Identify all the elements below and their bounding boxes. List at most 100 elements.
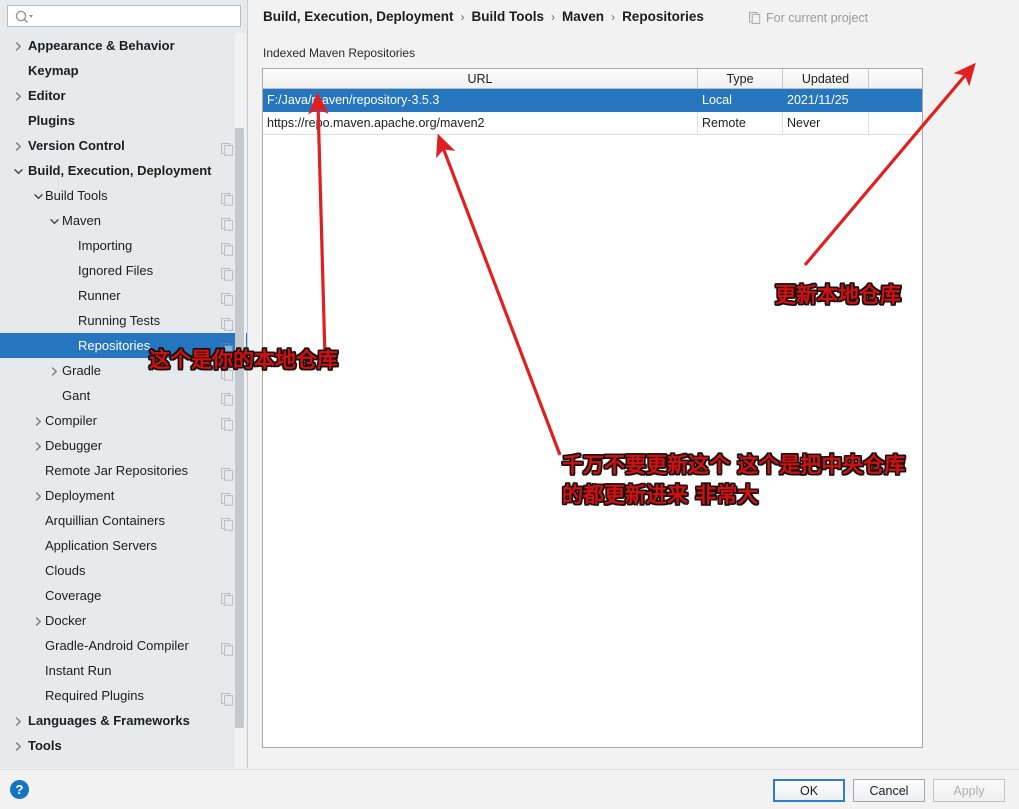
column-header[interactable]: Type [697,69,783,89]
copy-settings-icon[interactable] [221,214,234,231]
chevron-right-icon[interactable] [30,433,46,458]
sidebar-item-appearance-behavior[interactable]: Appearance & Behavior [0,33,247,58]
sidebar-item-gant[interactable]: Gant [0,383,247,408]
sidebar-item-version-control[interactable]: Version Control [0,133,247,158]
sidebar-item-label: Debugger [45,438,103,453]
chevron-right-icon[interactable] [10,133,26,158]
sidebar-item-label: Runner [78,288,121,303]
dialog-footer: ? OK Cancel Apply [0,769,1019,809]
sidebar-item-compiler[interactable]: Compiler [0,408,247,433]
chevron-down-icon[interactable] [46,208,62,233]
cancel-button[interactable]: Cancel [853,779,925,802]
sidebar-item-tools[interactable]: Tools [0,733,247,758]
copy-settings-icon[interactable] [221,514,234,531]
sidebar-item-docker[interactable]: Docker [0,608,247,633]
sidebar-item-label: Tools [28,738,62,753]
sidebar-item-required-plugins[interactable]: Required Plugins [0,683,247,708]
sidebar-item-label: Arquillian Containers [45,513,165,528]
copy-settings-icon[interactable] [221,139,234,156]
sidebar-scrollbar[interactable] [235,33,246,768]
chevron-right-icon[interactable] [30,608,46,633]
sidebar-item-deployment[interactable]: Deployment [0,483,247,508]
sidebar-item-build-tools[interactable]: Build Tools [0,183,247,208]
copy-settings-icon[interactable] [221,389,234,406]
copy-settings-icon[interactable] [221,264,234,281]
chevron-right-icon[interactable] [46,358,62,383]
settings-tree[interactable]: Appearance & Behavior Keymap Editor Plugins… [0,33,247,768]
sidebar-item-running-tests[interactable]: Running Tests [0,308,247,333]
table-body[interactable]: F:/Java/maven/repository-3.5.3 Local 2021/… [263,88,922,135]
table-row[interactable]: F:/Java/maven/repository-3.5.3 Local 2021/… [263,88,922,112]
search-field[interactable] [7,5,241,27]
repositories-table[interactable]: URL Type Updated F:/Java/maven/repository-… [263,69,922,135]
sidebar-item-label: Plugins [28,113,75,128]
table-row[interactable]: https://repo.maven.apache.org/maven2 Remo… [263,111,922,135]
cell-updated: Never [782,111,869,135]
chevron-right-icon[interactable] [10,83,26,108]
chevron-right-icon[interactable] [30,483,46,508]
sidebar-item-label: Instant Run [45,663,112,678]
column-header[interactable] [868,69,922,89]
sidebar-item-keymap[interactable]: Keymap [0,58,247,83]
cell-type: Local [697,88,783,112]
copy-settings-icon[interactable] [221,589,234,606]
scope-indicator: For current project [749,11,868,27]
sidebar-item-application-servers[interactable]: Application Servers [0,533,247,558]
sidebar-item-label: Coverage [45,588,102,603]
sidebar-item-build-execution-deployment[interactable]: Build, Execution, Deployment [0,158,247,183]
copy-settings-icon[interactable] [221,189,234,206]
sidebar-item-gradle-android-compiler[interactable]: Gradle-Android Compiler [0,633,247,658]
copy-settings-icon[interactable] [221,639,234,656]
column-header[interactable]: URL [263,69,698,89]
sidebar-item-editor[interactable]: Editor [0,83,247,108]
sidebar-item-label: Deployment [45,488,115,503]
copy-settings-icon[interactable] [221,489,234,506]
chevron-down-icon[interactable] [10,158,26,183]
copy-settings-icon[interactable] [221,239,234,256]
sidebar-item-label: Running Tests [78,313,161,328]
sidebar-scrollbar-thumb[interactable] [235,128,244,728]
breadcrumb-segment: Maven [562,9,605,24]
column-header[interactable]: Updated [782,69,869,89]
sidebar-item-runner[interactable]: Runner [0,283,247,308]
sidebar-item-arquillian-containers[interactable]: Arquillian Containers [0,508,247,533]
sidebar-item-maven[interactable]: Maven [0,208,247,233]
cell-extra [868,111,922,135]
search-input[interactable] [38,7,238,27]
sidebar-item-plugins[interactable]: Plugins [0,108,247,133]
sidebar-item-label: Version Control [28,138,125,153]
help-button[interactable]: ? [10,780,29,799]
chevron-right-icon[interactable] [30,408,46,433]
copy-settings-icon[interactable] [221,464,234,481]
breadcrumb-separator: › [551,10,556,24]
copy-settings-icon[interactable] [221,314,234,331]
apply-button[interactable]: Apply [933,779,1005,802]
sidebar-item-label: Docker [45,613,87,628]
copy-icon [749,12,761,27]
chevron-down-icon[interactable] [30,183,46,208]
sidebar-item-importing[interactable]: Importing [0,233,247,258]
copy-settings-icon[interactable] [221,689,234,706]
sidebar-item-languages-frameworks[interactable]: Languages & Frameworks [0,708,247,733]
sidebar-item-clouds[interactable]: Clouds [0,558,247,583]
annotation-warn-remote: 千万不要更新这个 这个是把中央仓库 的都更新进来 非常大 [562,453,906,507]
sidebar-item-instant-run[interactable]: Instant Run [0,658,247,683]
chevron-right-icon[interactable] [10,33,26,58]
sidebar-item-remote-jar-repositories[interactable]: Remote Jar Repositories [0,458,247,483]
chevron-right-icon[interactable] [10,733,26,758]
ok-button[interactable]: OK [773,779,845,802]
sidebar-item-label: Ignored Files [78,263,154,278]
copy-settings-icon[interactable] [221,414,234,431]
sidebar-item-label: Application Servers [45,538,157,553]
chevron-right-icon[interactable] [10,708,26,733]
copy-settings-icon[interactable] [221,289,234,306]
breadcrumb-separator: › [460,10,465,24]
sidebar-item-coverage[interactable]: Coverage [0,583,247,608]
sidebar-item-debugger[interactable]: Debugger [0,433,247,458]
sidebar-item-ignored-files[interactable]: Ignored Files [0,258,247,283]
